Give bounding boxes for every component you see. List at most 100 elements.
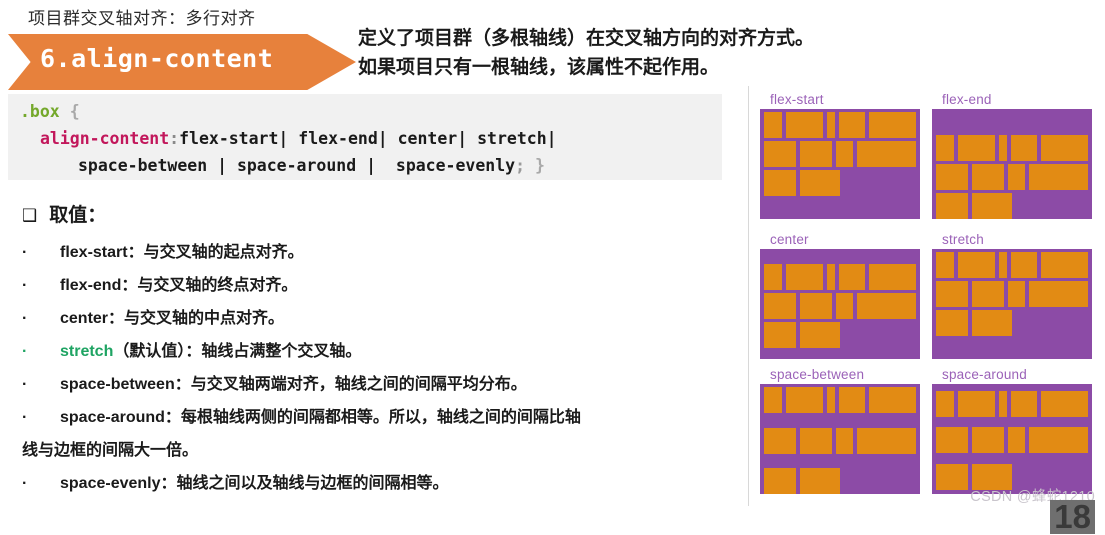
demo-flex-item: [868, 387, 916, 413]
demo-flex-item: [936, 281, 968, 307]
demo-flex-item: [958, 252, 995, 278]
demo-flex-item: [972, 310, 1012, 336]
demo-panel-title: stretch: [942, 232, 984, 247]
demo-flex-row: [932, 190, 1092, 219]
demo-flex-row: [932, 278, 1092, 307]
list-item: · center：与交叉轴的中点对齐。: [22, 302, 722, 335]
demo-flex-item: [838, 112, 865, 138]
demo-panels-column: flex-start flex-end center stretch space…: [748, 0, 1105, 528]
demo-flex-item: [764, 263, 783, 290]
bullet-dot-icon: ·: [22, 277, 28, 294]
demo-flex-item: [936, 193, 968, 219]
values-heading-label: 取值：: [49, 205, 107, 226]
demo-flex-row: [760, 290, 920, 319]
demo-flex-row: [932, 249, 1092, 278]
demo-flex-row: [932, 307, 1092, 336]
list-item: · flex-start：与交叉轴的起点对齐。: [22, 236, 722, 269]
demo-flex-item: [1029, 427, 1088, 454]
demo-panel-center: center: [760, 232, 920, 359]
slide-kicker: 项目群交叉轴对齐：多行对齐: [28, 9, 256, 28]
bullet-dot-icon: ·: [22, 310, 28, 327]
code-line-1: .box {: [8, 98, 722, 125]
demo-flex-item: [800, 427, 832, 454]
demo-flex-item: [857, 292, 916, 319]
demo-flex-item: [958, 390, 995, 417]
square-bullet-icon: ❑: [22, 206, 38, 225]
demo-flex-item: [936, 135, 955, 161]
code-colon: :: [169, 129, 180, 148]
demo-flex-item: [764, 427, 796, 454]
demo-panel-title: flex-end: [942, 92, 992, 107]
code-brace-close: }: [534, 156, 545, 175]
demo-flex-item: [1040, 390, 1088, 417]
demo-flex-item: [836, 141, 854, 167]
demo-flex-item: [998, 390, 1007, 417]
demo-flex-row: [932, 388, 1092, 417]
demo-flex-item: [800, 292, 832, 319]
list-item-text: space-around：每根轴线两侧的间隔都相等。所以，轴线之间的间隔比轴: [60, 409, 581, 426]
demo-flex-item: [764, 141, 796, 167]
demo-panel-flex-start: flex-start: [760, 92, 920, 219]
demo-flex-item: [800, 170, 840, 196]
list-item-text: space-evenly：轴线之间以及轴线与边框的间隔相等。: [60, 475, 449, 492]
list-item-text: flex-end：与交叉轴的终点对齐。: [60, 277, 298, 294]
demo-flex-row: [760, 109, 920, 138]
list-item: · stretch（默认值）：轴线占满整个交叉轴。: [22, 335, 722, 368]
demo-flex-item: [857, 427, 916, 454]
demo-panel-title: center: [770, 232, 809, 247]
demo-panel-title: space-around: [942, 367, 1027, 382]
list-item-continuation: 线与边框的间隔大一倍。: [22, 442, 199, 459]
demo-flex-row: [760, 384, 920, 413]
page-number: 18: [1050, 500, 1095, 534]
demo-flex-item: [764, 468, 796, 494]
demo-flex-item: [836, 427, 854, 454]
demo-flex-item: [868, 112, 916, 138]
demo-flex-row: [760, 167, 920, 196]
code-block: .box { align-content:flex-start| flex-en…: [8, 94, 722, 180]
demo-flex-item: [1040, 252, 1088, 278]
demo-flex-item: [786, 387, 823, 413]
demo-flex-item: [936, 310, 968, 336]
demo-flex-item: [972, 281, 1004, 307]
demo-flex-item: [936, 464, 968, 491]
demo-flex-container: [760, 249, 920, 359]
list-item-text: space-between：与交叉轴两端对齐，轴线之间的间隔平均分布。: [60, 376, 527, 393]
section-banner-label: 6.align-content: [40, 44, 274, 73]
demo-flex-item: [838, 263, 865, 290]
demo-flex-container: [932, 109, 1092, 219]
demo-flex-item: [764, 387, 783, 413]
demo-flex-item: [1029, 164, 1088, 190]
demo-flex-item: [800, 141, 832, 167]
code-line-2: align-content:flex-start| flex-end| cent…: [8, 125, 722, 152]
demo-flex-row: [932, 424, 1092, 454]
demo-flex-container: [760, 384, 920, 494]
demo-flex-item: [958, 135, 995, 161]
code-values-line-1: flex-start| flex-end| center| stretch|: [179, 129, 557, 148]
demo-flex-item: [998, 252, 1007, 278]
demo-flex-item: [786, 112, 823, 138]
values-heading: ❑ 取值：: [22, 200, 106, 227]
demo-flex-item: [800, 468, 840, 494]
values-bullet-list: · flex-start：与交叉轴的起点对齐。 · flex-end：与交叉轴的…: [22, 236, 722, 500]
demo-flex-item: [972, 193, 1012, 219]
demo-flex-item: [1010, 252, 1037, 278]
demo-flex-row: [760, 465, 920, 494]
demo-flex-item: [800, 321, 840, 348]
demo-flex-item: [826, 112, 835, 138]
demo-flex-item: [1010, 390, 1037, 417]
demo-flex-item: [857, 141, 916, 167]
demo-flex-item: [936, 390, 955, 417]
demo-panel-flex-end: flex-end: [932, 92, 1092, 219]
demo-flex-item: [972, 164, 1004, 190]
demo-flex-row: [760, 138, 920, 167]
code-line-3: space-between | space-around | space-eve…: [8, 152, 722, 179]
demo-flex-container: [760, 109, 920, 219]
list-item-rest: （默认值）：轴线占满整个交叉轴。: [113, 343, 362, 360]
demo-flex-item: [786, 263, 823, 290]
bullet-dot-icon: ·: [22, 475, 28, 492]
list-item: · space-evenly：轴线之间以及轴线与边框的间隔相等。: [22, 467, 722, 500]
demo-flex-item: [936, 164, 968, 190]
demo-flex-item: [764, 321, 796, 348]
list-item: · flex-end：与交叉轴的终点对齐。: [22, 269, 722, 302]
demo-flex-row: [760, 261, 920, 290]
